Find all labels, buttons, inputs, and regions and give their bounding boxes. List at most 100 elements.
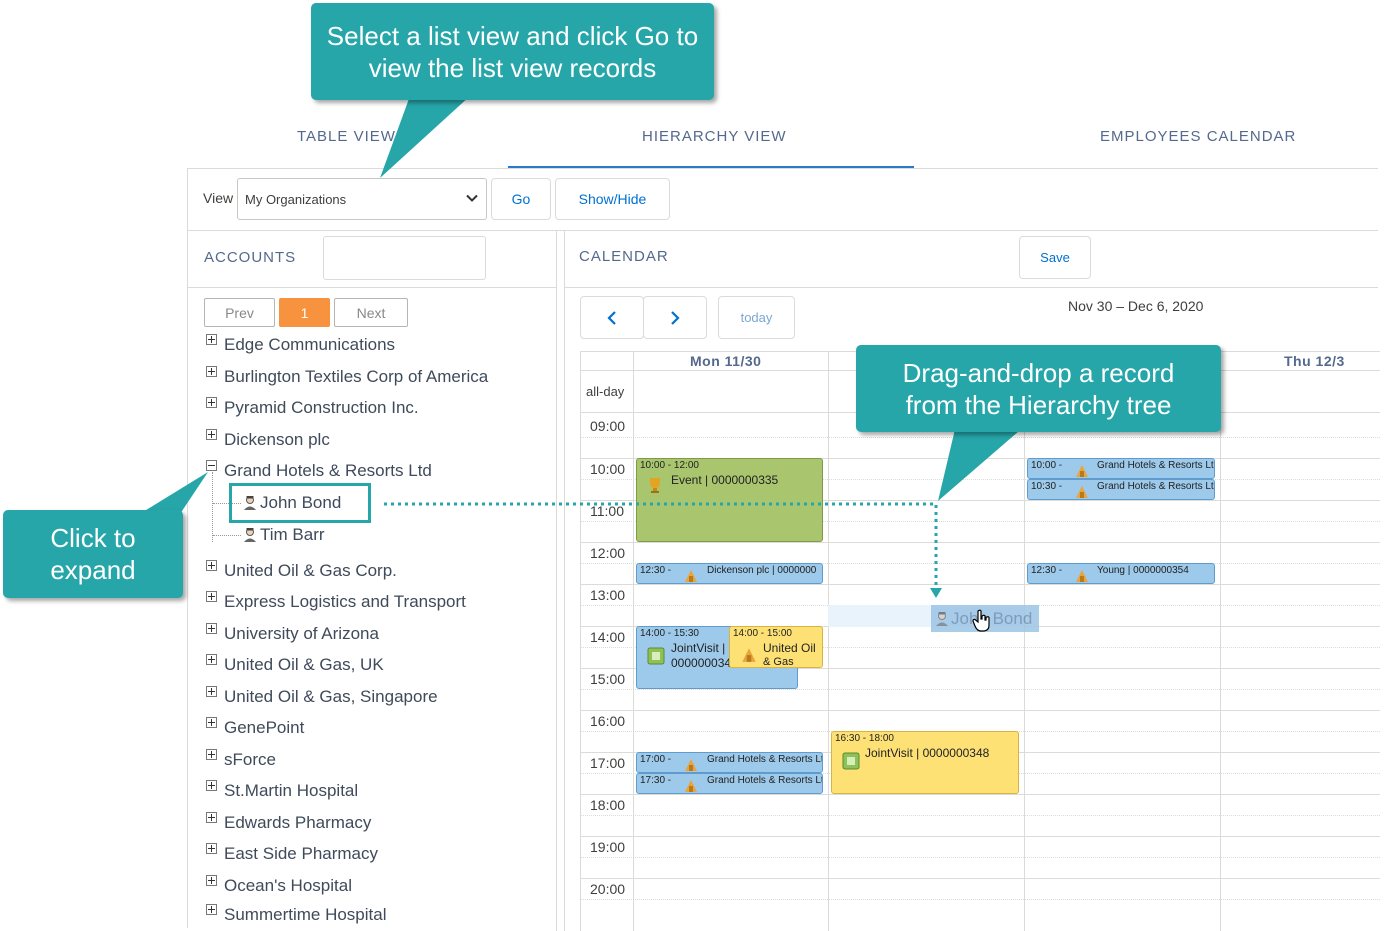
person-icon bbox=[936, 611, 948, 626]
expand-icon[interactable] bbox=[206, 560, 217, 571]
expand-icon[interactable] bbox=[206, 429, 217, 440]
tree-item-label: University of Arizona bbox=[224, 624, 379, 643]
view-select[interactable]: My Organizations bbox=[237, 178, 487, 220]
drag-path-arrow bbox=[384, 502, 942, 598]
tree-item[interactable]: Burlington Textiles Corp of America bbox=[206, 366, 488, 388]
calendar-event[interactable]: 16:30 - 18:00 JointVisit | 0000000348 bbox=[831, 731, 1019, 794]
tree-item[interactable]: Summertime Hospital bbox=[206, 904, 387, 926]
event-title: Grand Hotels & Resorts Lt bbox=[1097, 460, 1214, 471]
time-label: 20:00 bbox=[590, 881, 626, 897]
today-button[interactable]: today bbox=[718, 296, 795, 339]
calendar-event[interactable]: 17:30 - Grand Hotels & Resorts Lt bbox=[636, 773, 823, 794]
go-button[interactable]: Go bbox=[491, 178, 551, 220]
time-label: 09:00 bbox=[590, 418, 626, 434]
show-hide-button[interactable]: Show/Hide bbox=[555, 178, 670, 220]
day-header-mon: Mon 11/30 bbox=[690, 353, 762, 369]
prev-week-button[interactable] bbox=[580, 296, 644, 339]
calendar-row-line bbox=[580, 878, 1380, 879]
tree-item[interactable]: sForce bbox=[206, 749, 276, 771]
time-label: 14:00 bbox=[590, 629, 626, 645]
callout-pointer bbox=[938, 425, 1026, 501]
tree-child-label: Tim Barr bbox=[260, 525, 325, 544]
tree-item[interactable]: United Oil & Gas, Singapore bbox=[206, 686, 438, 708]
event-time: 16:30 - 18:00 bbox=[835, 733, 894, 744]
expand-icon[interactable] bbox=[206, 366, 217, 377]
visit-icon bbox=[842, 752, 860, 770]
tab-employees-calendar[interactable]: EMPLOYEES CALENDAR bbox=[1100, 128, 1296, 145]
tab-hierarchy-view[interactable]: HIERARCHY VIEW bbox=[642, 128, 787, 145]
accounts-search-input[interactable] bbox=[323, 236, 486, 280]
expand-icon[interactable] bbox=[206, 812, 217, 823]
allday-label: all-day bbox=[586, 384, 625, 399]
view-label: View bbox=[203, 190, 234, 206]
calendar-event[interactable]: 10:00 - Grand Hotels & Resorts Lt bbox=[1027, 458, 1215, 479]
tree-child-tim-barr[interactable]: Tim Barr bbox=[243, 524, 325, 546]
accounts-header: ACCOUNTS bbox=[204, 249, 297, 266]
calendar-rule bbox=[565, 287, 1378, 288]
tree-item[interactable]: Pyramid Construction Inc. bbox=[206, 397, 419, 419]
pager-next-button[interactable]: Next bbox=[334, 298, 408, 327]
tree-item[interactable]: Ocean's Hospital bbox=[206, 875, 352, 897]
save-button[interactable]: Save bbox=[1019, 236, 1091, 279]
pager-page-1[interactable]: 1 bbox=[279, 298, 330, 327]
calendar-row-line bbox=[580, 794, 1380, 795]
time-label: 10:00 bbox=[590, 461, 626, 477]
expand-icon[interactable] bbox=[206, 749, 217, 760]
time-label: 18:00 bbox=[590, 797, 626, 813]
calendar-event[interactable]: 17:00 - Grand Hotels & Resorts Lt bbox=[636, 752, 823, 773]
tree-item[interactable]: Edwards Pharmacy bbox=[206, 812, 371, 834]
tree-item[interactable]: St.Martin Hospital bbox=[206, 780, 358, 802]
tree-item[interactable]: Edge Communications bbox=[206, 334, 395, 356]
date-range: Nov 30 – Dec 6, 2020 bbox=[1068, 298, 1204, 314]
expand-icon[interactable] bbox=[206, 654, 217, 665]
expand-icon[interactable] bbox=[206, 843, 217, 854]
calendar-half-line bbox=[580, 689, 1380, 690]
visit-icon bbox=[647, 647, 665, 665]
expand-icon[interactable] bbox=[206, 334, 217, 345]
next-week-button[interactable] bbox=[643, 296, 707, 339]
expand-icon[interactable] bbox=[206, 623, 217, 634]
tree-item[interactable]: Dickenson plc bbox=[206, 429, 330, 451]
expand-icon[interactable] bbox=[206, 686, 217, 697]
highlight-box bbox=[229, 483, 371, 523]
calendar-grid-col bbox=[828, 351, 829, 931]
tree-item-label: GenePoint bbox=[224, 718, 305, 737]
callout-pointer bbox=[380, 96, 470, 178]
expand-icon[interactable] bbox=[206, 397, 217, 408]
calendar-grid-col bbox=[1220, 351, 1221, 931]
callout-right-text: Drag-and-drop a record from the Hierarch… bbox=[902, 357, 1175, 420]
expand-icon[interactable] bbox=[206, 875, 217, 886]
tree-item[interactable]: United Oil & Gas, UK bbox=[206, 654, 384, 676]
building-icon bbox=[685, 759, 697, 771]
event-title: Event | 0000000335 bbox=[671, 473, 779, 487]
time-label: 16:00 bbox=[590, 713, 626, 729]
event-time: 17:30 - bbox=[640, 775, 672, 786]
callout-top-text: Select a list view and click Go to view … bbox=[326, 20, 699, 83]
event-title: Grand Hotels & Resorts Lt bbox=[707, 775, 823, 786]
calendar-event[interactable]: 12:30 - Young | 0000000354 bbox=[1027, 563, 1215, 584]
expand-icon[interactable] bbox=[206, 717, 217, 728]
tree-item[interactable]: United Oil & Gas Corp. bbox=[206, 560, 397, 582]
expand-icon[interactable] bbox=[206, 904, 217, 915]
calendar-event[interactable]: 14:00 - 15:00 United Oil & Gas bbox=[729, 626, 823, 668]
expand-icon[interactable] bbox=[206, 591, 217, 602]
callout-left: Click to expand bbox=[3, 510, 183, 598]
event-time: 12:30 - bbox=[1031, 565, 1063, 576]
event-subtitle: 000000034 bbox=[671, 656, 732, 670]
expand-icon[interactable] bbox=[206, 780, 217, 791]
callout-right: Drag-and-drop a record from the Hierarch… bbox=[856, 345, 1221, 432]
frame-border bbox=[187, 168, 188, 928]
tree-item-label: Ocean's Hospital bbox=[224, 876, 352, 895]
tree-item-expanded[interactable]: Grand Hotels & Resorts Ltd bbox=[206, 460, 432, 482]
calendar-row-line bbox=[580, 836, 1380, 837]
tree-item[interactable]: University of Arizona bbox=[206, 623, 379, 645]
calendar-half-line bbox=[580, 899, 1380, 900]
building-icon bbox=[685, 780, 697, 792]
tree-item[interactable]: East Side Pharmacy bbox=[206, 843, 378, 865]
tree-item-label: United Oil & Gas, UK bbox=[224, 655, 384, 674]
pager-prev-button[interactable]: Prev bbox=[204, 298, 275, 327]
calendar-event[interactable]: 10:30 - Grand Hotels & Resorts Lt bbox=[1027, 479, 1215, 500]
tree-item-label: Burlington Textiles Corp of America bbox=[224, 367, 489, 386]
tree-item[interactable]: GenePoint bbox=[206, 717, 304, 739]
tree-item-label: United Oil & Gas Corp. bbox=[224, 561, 397, 580]
